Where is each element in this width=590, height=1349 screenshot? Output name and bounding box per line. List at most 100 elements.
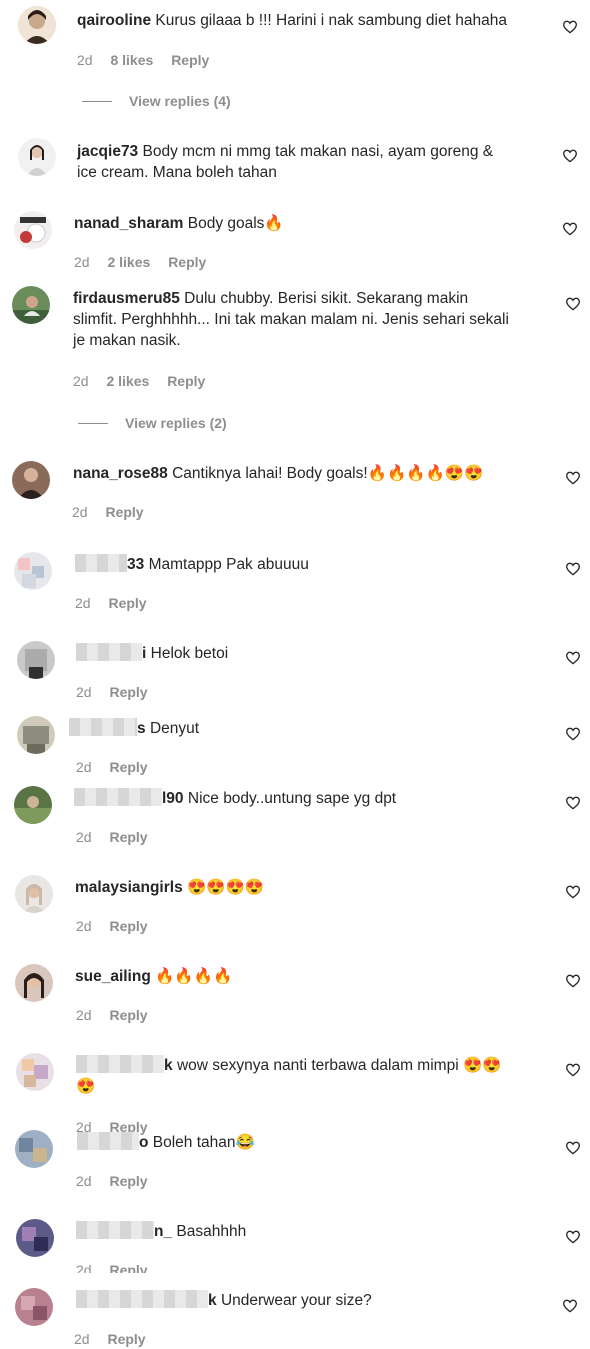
heart-icon[interactable] (565, 470, 581, 486)
comment-text: Mamtappp Pak abuuuu (148, 556, 309, 573)
comment-username[interactable]: n_ (76, 1221, 172, 1240)
avatar[interactable] (12, 461, 50, 499)
comment-username[interactable]: firdausmeru85 (73, 290, 180, 307)
reply-button[interactable]: Reply (105, 504, 143, 520)
avatar[interactable] (15, 964, 53, 1002)
comment-text: 😍😍😍😍 (187, 879, 265, 896)
view-replies-label: View replies (2) (125, 415, 227, 431)
comment-time: 2d (76, 1173, 92, 1189)
comment-text: 😍 (76, 1078, 96, 1095)
blurred-username (74, 788, 162, 806)
comment-text: Body mcm ni mmg tak makan nasi, ayam gor… (142, 143, 494, 160)
avatar[interactable] (14, 786, 52, 824)
comment-likes[interactable]: 2 likes (107, 254, 150, 270)
reply-button[interactable]: Reply (109, 1173, 147, 1189)
heart-icon[interactable] (565, 1229, 581, 1245)
avatar[interactable] (14, 552, 52, 590)
heart-icon[interactable] (565, 973, 581, 989)
reply-button[interactable]: Reply (109, 1007, 147, 1023)
heart-icon[interactable] (562, 221, 578, 237)
comment-time: 2d (76, 684, 92, 700)
comment-text: je makan nasik. (73, 332, 181, 349)
avatar[interactable] (15, 875, 53, 913)
comment-username[interactable]: o (77, 1132, 148, 1151)
reply-button[interactable]: Reply (167, 373, 205, 389)
heart-icon[interactable] (565, 1062, 581, 1078)
reply-button[interactable]: Reply (109, 1262, 147, 1273)
blurred-username (76, 1221, 154, 1239)
comment-username[interactable]: s (69, 718, 146, 737)
avatar[interactable] (15, 1288, 53, 1326)
comment-username[interactable]: jacqie73 (77, 143, 138, 160)
comment-username[interactable]: sue_ailing (75, 968, 151, 985)
comment-text: Basahhhh (176, 1223, 247, 1240)
heart-icon[interactable] (565, 1140, 581, 1156)
comment-time: 2d (76, 759, 92, 775)
avatar[interactable] (16, 1053, 54, 1091)
comment-time: 2d (74, 254, 90, 270)
heart-icon[interactable] (565, 726, 581, 742)
comment-time: 2d (76, 1262, 92, 1273)
blurred-username (69, 718, 137, 736)
divider (78, 422, 108, 424)
comment-text: Helok betoi (150, 645, 229, 662)
comment-username[interactable]: nana_rose88 (73, 465, 168, 482)
comment-text: Underwear your size? (220, 1292, 372, 1309)
avatar[interactable] (17, 716, 55, 754)
reply-button[interactable]: Reply (168, 254, 206, 270)
comment-text: Nice body..untung sape yg dpt (187, 790, 397, 807)
comment-username[interactable]: l90 (74, 788, 184, 807)
comment-text: Boleh tahan😂 (152, 1134, 255, 1151)
view-replies-button[interactable]: View replies (2) (78, 415, 227, 431)
heart-icon[interactable] (562, 1298, 578, 1314)
heart-icon[interactable] (565, 561, 581, 577)
comment-time: 2d (76, 829, 92, 845)
heart-icon[interactable] (565, 296, 581, 312)
heart-icon[interactable] (565, 795, 581, 811)
comment-username[interactable]: malaysiangirls (75, 879, 183, 896)
comment-username[interactable]: nanad_sharam (74, 215, 183, 232)
heart-icon[interactable] (565, 650, 581, 666)
comment-text: Dulu chubby. Berisi sikit. Sekarang maki… (184, 290, 469, 307)
reply-button[interactable]: Reply (108, 595, 146, 611)
avatar[interactable] (18, 6, 56, 44)
avatar[interactable] (16, 1219, 54, 1257)
comment-text: ice cream. Mana boleh tahan (77, 164, 277, 181)
reply-button[interactable]: Reply (109, 918, 147, 934)
comment-text: Kurus gilaaa b !!! Harini i nak sambung … (155, 12, 507, 29)
blurred-username (76, 1055, 164, 1073)
avatar[interactable] (12, 286, 50, 324)
divider (82, 100, 112, 102)
comment-username[interactable]: i (76, 643, 146, 662)
comment-likes[interactable]: 2 likes (106, 373, 149, 389)
comment-time: 2d (74, 1331, 90, 1347)
reply-button[interactable]: Reply (109, 759, 147, 775)
view-replies-label: View replies (4) (129, 93, 231, 109)
blurred-username (76, 1290, 208, 1308)
comment-username[interactable]: 33 (75, 554, 144, 573)
comment-text: Denyut (149, 720, 200, 737)
comment-username[interactable]: qairooline (77, 12, 151, 29)
view-replies-button[interactable]: View replies (4) (82, 93, 231, 109)
avatar[interactable] (17, 641, 55, 679)
reply-button[interactable]: Reply (171, 52, 209, 68)
comment-text: Cantiknya lahai! Body goals!🔥🔥🔥🔥😍😍 (172, 465, 484, 482)
heart-icon[interactable] (562, 19, 578, 35)
comment-likes[interactable]: 8 likes (110, 52, 153, 68)
comment-text: slimfit. Perghhhhh... Ini tak makan mala… (73, 311, 509, 328)
comment-username[interactable]: k (76, 1290, 217, 1309)
comment-time: 2d (73, 373, 89, 389)
reply-button[interactable]: Reply (109, 829, 147, 845)
blurred-username (76, 643, 142, 661)
comment-time: 2d (76, 918, 92, 934)
avatar[interactable] (15, 1130, 53, 1168)
avatar[interactable] (18, 138, 56, 176)
reply-button[interactable]: Reply (109, 684, 147, 700)
comment-username[interactable]: k (76, 1055, 173, 1074)
blurred-username (77, 1132, 139, 1150)
reply-button[interactable]: Reply (107, 1331, 145, 1347)
heart-icon[interactable] (562, 148, 578, 164)
avatar[interactable] (14, 211, 52, 249)
heart-icon[interactable] (565, 884, 581, 900)
comment-text: Body goals🔥 (187, 215, 284, 232)
